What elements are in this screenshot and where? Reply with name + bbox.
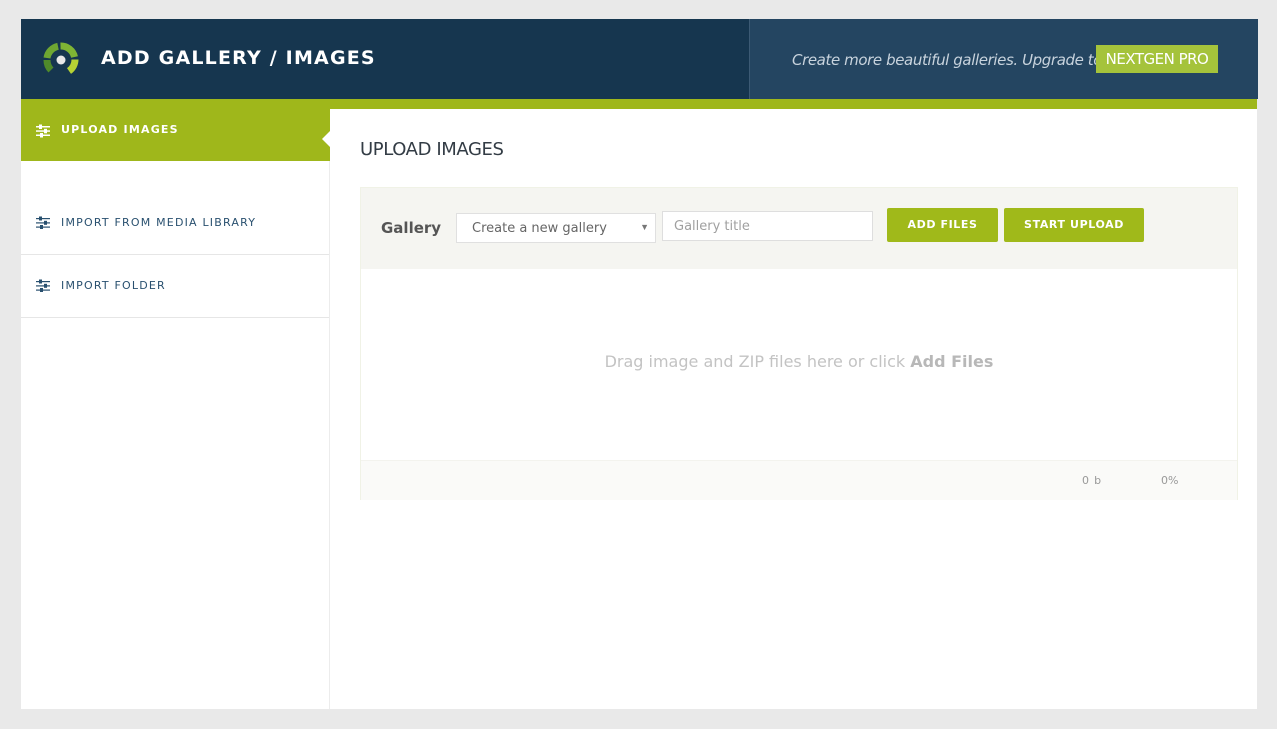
sidebar-item-import-media-library[interactable]: IMPORT FROM MEDIA LIBRARY — [21, 192, 329, 255]
gallery-label: Gallery — [381, 219, 442, 237]
sidebar-item-upload-images[interactable]: UPLOAD IMAGES — [21, 99, 330, 161]
dropzone-instructions: Drag image and ZIP files here or click — [604, 352, 911, 371]
gallery-select-value: Create a new gallery — [472, 221, 607, 236]
sliders-icon — [36, 279, 50, 292]
total-size: 0 b — [1082, 474, 1102, 487]
sidebar-item-label: IMPORT FOLDER — [61, 279, 166, 292]
sidebar: UPLOAD IMAGES IMPORT FROM MEDIA LIBRARY … — [21, 99, 330, 709]
add-files-button[interactable]: ADD FILES — [887, 208, 998, 242]
promo-banner: Create more beautiful galleries. Upgrade… — [749, 19, 1258, 99]
gallery-select[interactable]: Create a new gallery ▼ — [456, 213, 656, 243]
upload-status-bar: 0 b 0% — [361, 460, 1237, 500]
promo-text: Create more beautiful galleries. Upgrade… — [792, 51, 1103, 69]
sidebar-item-label: IMPORT FROM MEDIA LIBRARY — [61, 216, 257, 229]
sidebar-item-label: UPLOAD IMAGES — [61, 123, 179, 136]
upload-percent: 0% — [1161, 474, 1179, 487]
add-files-link[interactable]: Add Files — [910, 352, 993, 371]
upload-toolbar: Gallery Create a new gallery ▼ ADD FILES… — [361, 188, 1237, 269]
main-panel: UPLOAD IMAGES Gallery Create a new galle… — [330, 109, 1257, 709]
sliders-icon — [36, 124, 50, 138]
chevron-down-icon: ▼ — [640, 222, 649, 232]
gallery-title-input[interactable] — [662, 211, 873, 241]
header: ADD GALLERY / IMAGES Create more beautif… — [21, 19, 1258, 99]
start-upload-button[interactable]: START UPLOAD — [1004, 208, 1144, 242]
sliders-icon — [36, 216, 50, 229]
dropzone[interactable]: Drag image and ZIP files here or click A… — [361, 269, 1237, 460]
nextgen-pro-button[interactable]: NEXTGEN PRO — [1096, 45, 1218, 73]
dropzone-text: Drag image and ZIP files here or click A… — [361, 352, 1237, 371]
nextgen-logo-icon — [43, 42, 79, 74]
sidebar-item-import-folder[interactable]: IMPORT FOLDER — [21, 255, 329, 318]
page-header-title: ADD GALLERY / IMAGES — [101, 47, 376, 69]
app-window: ADD GALLERY / IMAGES Create more beautif… — [21, 19, 1258, 709]
section-title: UPLOAD IMAGES — [360, 139, 504, 160]
uploader: Gallery Create a new gallery ▼ ADD FILES… — [360, 187, 1238, 500]
